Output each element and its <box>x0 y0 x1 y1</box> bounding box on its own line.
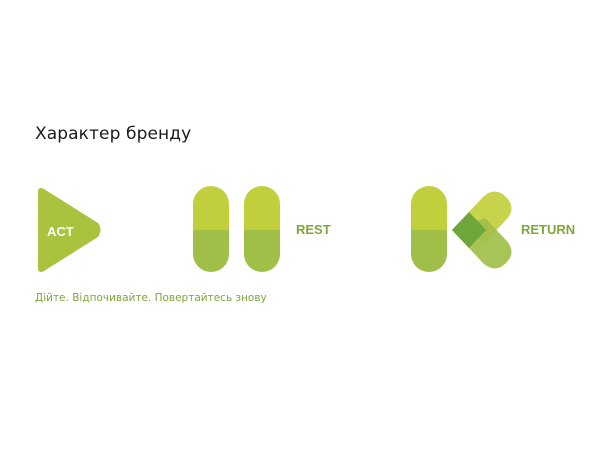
act-label: ACT <box>47 224 74 239</box>
brand-character-page: Характер бренду ACT REST RETURN Дійте. В… <box>0 0 600 450</box>
return-label: RETURN <box>521 222 576 237</box>
page-title: Характер бренду <box>35 124 192 144</box>
return-icon <box>411 186 512 272</box>
rest-label: REST <box>296 222 331 237</box>
pause-icon <box>193 186 280 272</box>
tagline: Дійте. Відпочивайте. Повертайтесь знову <box>35 292 267 304</box>
